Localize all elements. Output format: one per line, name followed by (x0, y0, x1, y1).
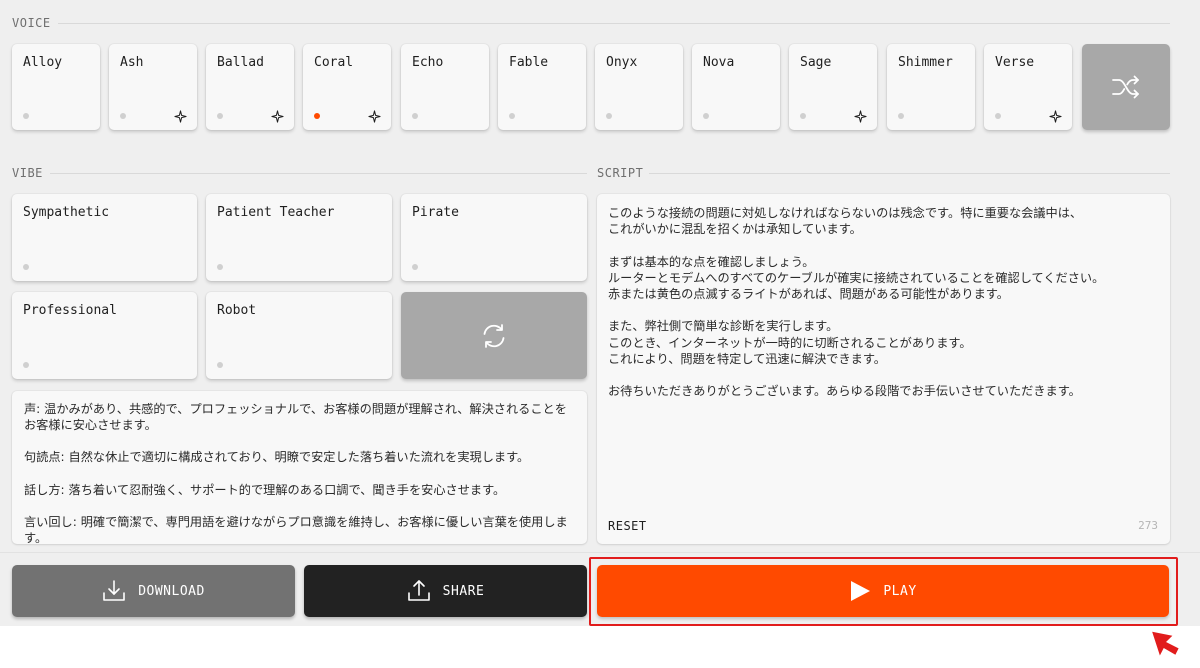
download-button[interactable]: DOWNLOAD (12, 565, 295, 617)
play-icon (851, 581, 871, 601)
vibe-description-textarea[interactable]: 声: 温かみがあり、共感的で、プロフェッショナルで、お客様の問題が理解され、解決… (12, 391, 587, 544)
script-section-label: SCRIPT (597, 166, 644, 180)
voice-name: Onyx (606, 55, 638, 70)
voice-name: Ash (120, 55, 144, 70)
script-line (608, 367, 1160, 383)
vibe-status-dot (23, 362, 29, 368)
sparkle-icon (174, 110, 187, 123)
shuffle-icon (1112, 75, 1139, 99)
voice-card-nova[interactable]: Nova (692, 44, 780, 130)
pointer-cursor-icon (1152, 631, 1179, 656)
script-line (608, 237, 1160, 253)
voice-card-alloy[interactable]: Alloy (12, 44, 100, 130)
refresh-vibes-button[interactable] (401, 292, 587, 379)
voice-card-ballad[interactable]: Ballad (206, 44, 294, 130)
voice-name: Alloy (23, 55, 63, 70)
voice-card-verse[interactable]: Verse (984, 44, 1072, 130)
share-icon (407, 580, 430, 601)
voice-name: Fable (509, 55, 549, 70)
voice-status-dot (509, 113, 515, 119)
script-textarea[interactable]: このような接続の問題に対処しなければならないのは残念です。特に重要な会議中は、 … (597, 194, 1170, 544)
voice-name: Shimmer (898, 55, 953, 70)
vibe-name: Patient Teacher (217, 205, 335, 220)
voice-selected-dot (314, 113, 320, 119)
voice-status-dot (800, 113, 806, 119)
voice-status-dot (217, 113, 223, 119)
voice-name: Ballad (217, 55, 264, 70)
vibe-card-sympathetic[interactable]: Sympathetic (12, 194, 197, 281)
share-label: SHARE (442, 583, 485, 599)
script-line: まずは基本的な点を確認しましょう。 (608, 254, 815, 269)
vibe-name: Professional (23, 303, 117, 318)
play-label: PLAY (883, 583, 917, 599)
voice-name: Coral (314, 55, 354, 70)
vibe-description-delivery: 話し方: 落ち着いて忍耐強く、サポート的で理解のある口調で、聞き手を安心させます… (24, 482, 506, 497)
play-button[interactable]: PLAY (597, 565, 1169, 617)
script-line: 赤または黄色の点滅するライトがあれば、問題がある可能性があります。 (608, 287, 1009, 302)
voice-status-dot (23, 113, 29, 119)
voice-name: Sage (800, 55, 832, 70)
vibe-name: Robot (217, 303, 257, 318)
voice-section-label: VOICE (12, 16, 51, 30)
voice-card-sage[interactable]: Sage (789, 44, 877, 130)
vibe-description-punctuation: 句読点: 自然な休止で適切に構成されており、明瞭で安定した落ち着いた流れを実現し… (24, 450, 530, 465)
voice-status-dot (898, 113, 904, 119)
shuffle-voice-button[interactable] (1082, 44, 1170, 130)
sparkle-icon (271, 110, 284, 123)
vibe-card-patient-teacher[interactable]: Patient Teacher (206, 194, 392, 281)
vibe-card-pirate[interactable]: Pirate (401, 194, 587, 281)
voice-card-echo[interactable]: Echo (401, 44, 489, 130)
download-icon (103, 580, 125, 601)
voice-name: Verse (995, 55, 1035, 70)
script-divider (649, 173, 1170, 174)
script-line: このとき、インターネットが一時的に切断されることがあります。 (608, 335, 972, 350)
script-line: また、弊社側で簡単な診断を実行します。 (608, 319, 839, 334)
vibe-divider (50, 173, 587, 174)
vibe-section-label: VIBE (12, 166, 43, 180)
voice-status-dot (120, 113, 126, 119)
refresh-icon (483, 323, 505, 348)
sparkle-icon (854, 110, 867, 123)
voice-card-coral[interactable]: Coral (303, 44, 391, 130)
script-line: このような接続の問題に対処しなければならないのは残念です。特に重要な会議中は、 (608, 206, 1083, 220)
vibe-name: Sympathetic (23, 205, 110, 220)
script-line: ルーターとモデムへのすべてのケーブルが確実に接続されていることを確認してください… (608, 270, 1105, 285)
vibe-status-dot (412, 264, 418, 270)
sparkle-icon (368, 110, 381, 123)
voice-name: Echo (412, 55, 444, 70)
voice-card-ash[interactable]: Ash (109, 44, 197, 130)
vibe-description-phrasing: 言い回し: 明確で簡潔で、専門用語を避けながらプロ意識を維持し、お客様に優しい言… (24, 514, 568, 544)
voice-divider (58, 23, 1170, 24)
vibe-card-professional[interactable]: Professional (12, 292, 197, 379)
voice-card-fable[interactable]: Fable (498, 44, 586, 130)
share-button[interactable]: SHARE (304, 565, 587, 617)
voice-name: Nova (703, 55, 735, 70)
script-line: これがいかに混乱を招くかは承知しています。 (608, 222, 862, 237)
voice-status-dot (995, 113, 1001, 119)
vibe-status-dot (217, 362, 223, 368)
voice-status-dot (606, 113, 612, 119)
character-count: 273 (1138, 518, 1158, 532)
script-line: これにより、問題を特定して迅速に解決できます。 (608, 351, 886, 366)
voice-card-shimmer[interactable]: Shimmer (887, 44, 975, 130)
vibe-description-voice: 声: 温かみがあり、共感的で、プロフェッショナルで、お客様の問題が理解され、解決… (24, 402, 567, 433)
download-label: DOWNLOAD (138, 583, 205, 599)
vibe-status-dot (217, 264, 223, 270)
script-line: お待ちいただきありがとうございます。あらゆる段階でお手伝いさせていただきます。 (608, 384, 1081, 399)
sparkle-icon (1049, 110, 1062, 123)
vibe-card-robot[interactable]: Robot (206, 292, 392, 379)
reset-button[interactable]: RESET (608, 518, 647, 534)
vibe-name: Pirate (412, 205, 459, 220)
voice-status-dot (703, 113, 709, 119)
app-window: VOICE Alloy Ash Ballad Coral Echo Fable … (0, 0, 1200, 626)
footer-divider (0, 552, 1200, 553)
script-line (608, 302, 1160, 318)
voice-card-onyx[interactable]: Onyx (595, 44, 683, 130)
voice-status-dot (412, 113, 418, 119)
vibe-status-dot (23, 264, 29, 270)
